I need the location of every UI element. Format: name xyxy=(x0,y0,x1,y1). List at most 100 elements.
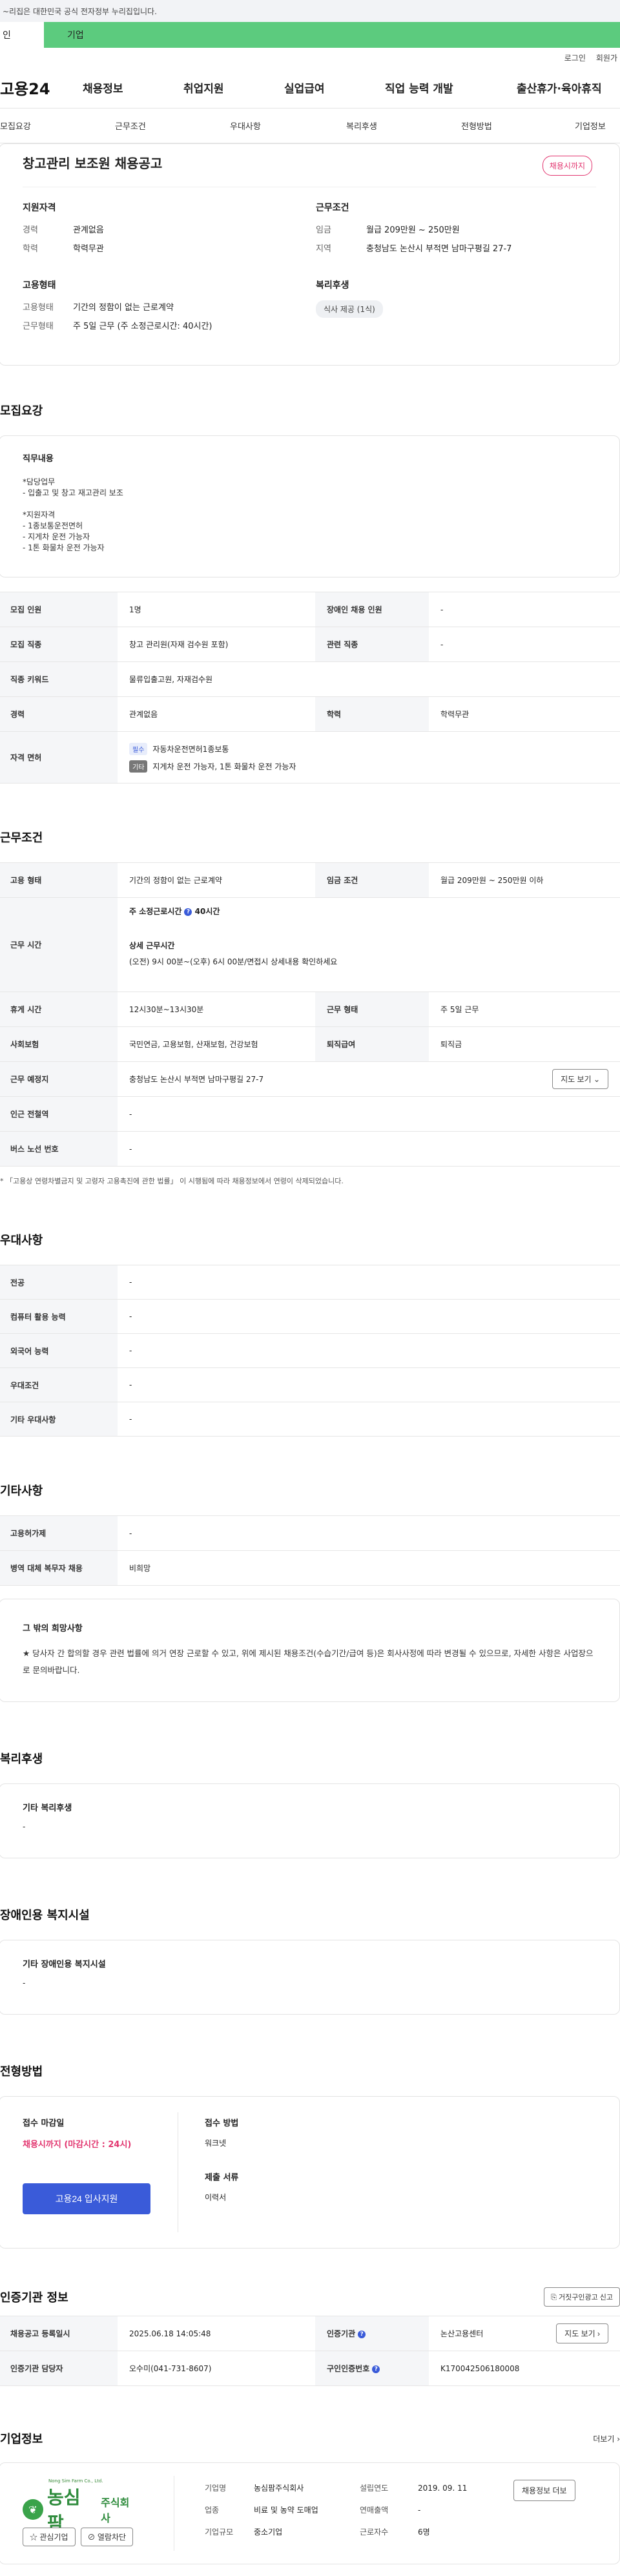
cert-header: 인증기관 정보 ⎘ 거짓구인광고 신고 xyxy=(0,2287,620,2307)
row-label: 직종 키워드 xyxy=(0,661,118,697)
reg-date-value: 2025.06.18 14:05:48 xyxy=(118,2316,315,2351)
welfare-summary-block: 복리후생 식사 제공 (1식) xyxy=(316,278,383,318)
label: 고용형태 xyxy=(23,303,54,313)
work-place-value: 충청남도 논산시 부적면 남마구평길 27-7 xyxy=(129,1075,264,1084)
cert-map-button[interactable]: 지도 보기 › xyxy=(556,2323,608,2343)
language-value: - xyxy=(118,1333,620,1368)
label: 지역 xyxy=(316,244,331,254)
method-value: 워크넷 xyxy=(205,2139,227,2148)
emp-type-value: 기간의 정함이 없는 근로계약 xyxy=(118,862,315,898)
row-label: 근무 예정지 xyxy=(0,1061,118,1097)
info-icon[interactable]: ? xyxy=(358,2330,366,2338)
company-jobs-button[interactable]: 채용정보 더보 xyxy=(513,2480,575,2501)
welfare-chip: 식사 제공 (1식) xyxy=(316,300,383,318)
row-label: 근무 형태 xyxy=(315,992,429,1027)
other-tag: 기타 xyxy=(129,760,148,773)
retirement-value: 퇴직금 xyxy=(429,1026,620,1062)
related-job-value: - xyxy=(429,627,620,662)
subnav-workcond[interactable]: 근무조건 xyxy=(115,119,146,132)
major-value: - xyxy=(118,1265,620,1300)
gnb-item-jobs[interactable]: 채용정보 xyxy=(83,79,123,96)
login-link[interactable]: 로그인 xyxy=(564,52,586,63)
founded-value: 2019. 09. 11 xyxy=(418,2484,468,2493)
tab-corp[interactable]: 기업 xyxy=(44,22,620,48)
report-button[interactable]: ⎘ 거짓구인광고 신고 xyxy=(544,2287,620,2307)
pay-value: 월급 209만원 ~ 250만원 xyxy=(366,225,460,235)
gnb-item-support[interactable]: 취업지원 xyxy=(183,79,224,96)
section-nav: 모집요강 근무조건 우대사항 복리후생 전형방법 기업정보 xyxy=(0,109,620,143)
favorite-company-button[interactable]: ☆ 관심기업 xyxy=(23,2528,76,2546)
row-label: 인근 전철역 xyxy=(0,1096,118,1132)
join-link[interactable]: 회원가 xyxy=(596,52,617,63)
company-actions: ☆ 관심기업 ⊘ 열람차단 xyxy=(23,2528,134,2546)
chevron-right-icon: › xyxy=(617,2434,620,2444)
gov-banner-text: ~리집은 대한민국 공식 전자정부 누리집입니다. xyxy=(3,6,157,16)
work-form-value: 주 5일 근무 xyxy=(429,992,620,1027)
cert-section-title: 인증기관 정보 xyxy=(0,2291,68,2305)
map-button[interactable]: 지도 보기 ⌄ xyxy=(552,1069,608,1089)
duty-heading: 직무내용 xyxy=(23,454,54,464)
map-button-label: 지도 보기 xyxy=(564,2329,595,2338)
docs-heading: 제출 서류 xyxy=(205,2173,239,2183)
row-label: 관련 직종 xyxy=(315,627,429,662)
subnav-company[interactable]: 기업정보 xyxy=(575,119,606,132)
welfare-section-title: 복리후생 xyxy=(0,1752,43,1766)
company-header: 기업정보 더보기 › xyxy=(0,2430,620,2447)
company-box: Nong Sim Farm Co., Ltd. ❦ 농심팜 주식회사 ☆ 관심기… xyxy=(0,2462,620,2564)
gnb-item-unemployment[interactable]: 실업급여 xyxy=(284,79,325,96)
map-button-label: 지도 보기 xyxy=(561,1075,592,1084)
row-label: 구인인증번호 xyxy=(327,2364,370,2373)
keyword-value: 물류입출고원, 자재검수원 xyxy=(118,661,620,697)
block-company-button[interactable]: ⊘ 열람차단 xyxy=(80,2528,134,2546)
apply-button[interactable]: 고용24 입사지원 xyxy=(23,2183,150,2214)
company-size-value: 중소기업 xyxy=(254,2528,283,2537)
education-value: 학력무관 xyxy=(73,244,104,254)
qualification-block: 지원자격 경력 관계없음 학력 학력무관 xyxy=(23,201,104,260)
subnav-recruit[interactable]: 모집요강 xyxy=(0,119,31,132)
label: 경력 xyxy=(23,225,38,235)
work-time-cell: 주 소정근로시간? 40시간 상세 근무시간 (오전) 9시 00분~(오후) … xyxy=(118,897,620,992)
favorite-label: 관심기업 xyxy=(39,2533,68,2542)
bus-value: - xyxy=(118,1131,620,1167)
employment-block: 고용형태 고용형태 기간의 정함이 없는 근로계약 근무형태 주 5일 근무 (주 … xyxy=(23,278,212,338)
gnb-item-leave[interactable]: 출산휴가·육아휴직 xyxy=(517,79,602,96)
duty-line: - 입출고 및 창고 재고관리 보조 xyxy=(23,488,123,497)
welfare-etc-value: - xyxy=(23,1822,26,1831)
row-label: 모집 인원 xyxy=(0,592,118,627)
subnav-process[interactable]: 전형방법 xyxy=(461,119,492,132)
site-logo[interactable]: 고용24 xyxy=(0,76,50,99)
disab-section-title: 장애인용 복지시설 xyxy=(0,1909,90,1922)
row-label: 병역 대체 복무자 채용 xyxy=(0,1550,118,1586)
gnb-item-training[interactable]: 직업 능력 개발 xyxy=(385,79,453,96)
age-notice: * 「고용상 연령차별금지 및 고령자 고용촉진에 관한 법률」 이 시행됨에 … xyxy=(0,1177,344,1185)
company-more-link[interactable]: 더보기 › xyxy=(593,2433,620,2444)
welfare-etc-heading: 기타 복리후생 xyxy=(23,1803,72,1813)
subnav-welfare[interactable]: 복리후생 xyxy=(346,119,377,132)
report-icon: ⎘ xyxy=(551,2294,557,2301)
duty-line: - 지게차 운전 가능자 xyxy=(23,532,90,541)
company-info-left: 기업명 농심팜주식회사 업종 비료 및 농약 도매업 기업규모 중소기업 xyxy=(205,2482,331,2538)
user-type-tabs: 인 기업 xyxy=(0,22,620,48)
emp-type-value: 기간의 정함이 없는 근로계약 xyxy=(73,303,174,313)
info-icon[interactable]: ? xyxy=(372,2365,380,2373)
other-wishes-text: ★ 당사자 간 합의할 경우 관련 법률에 의거 연장 근로할 수 있고, 위에… xyxy=(23,1648,594,1675)
disab-etc-value: - xyxy=(23,1979,26,1988)
star-icon: ☆ xyxy=(30,2533,38,2542)
disabled-count-value: - xyxy=(429,592,620,627)
subnav-pref[interactable]: 우대사항 xyxy=(230,119,261,132)
logo-small-text: Nong Sim Farm Co., Ltd. xyxy=(48,2478,103,2484)
label: 기업명 xyxy=(205,2484,227,2493)
tab-person[interactable]: 인 xyxy=(0,22,44,48)
recruit-table: 모집 인원 1명 장애인 채용 인원 - 모집 직종 창고 관리원(자재 검수원… xyxy=(0,592,620,784)
method-block: 접수 방법 워크넷 제출 서류 이력서 xyxy=(205,2116,238,2203)
row-label: 퇴직급여 xyxy=(315,1026,429,1062)
logo-suffix: 주식회사 xyxy=(101,2497,130,2524)
pay-value: 월급 209만원 ~ 250만원 이하 xyxy=(429,862,620,898)
chevron-down-icon: ⌄ xyxy=(593,1075,600,1084)
other-wishes-box: 그 밖의 희망사항 ★ 당사자 간 합의할 경우 관련 법률에 의거 연장 근로… xyxy=(0,1599,620,1702)
info-icon[interactable]: ? xyxy=(184,908,192,916)
label: 기업규모 xyxy=(205,2528,234,2537)
duty-line: - 1종보통운전면허 xyxy=(23,521,83,530)
license-required-value: 자동차운전면허1종보통 xyxy=(152,744,229,754)
pref-cond-value: - xyxy=(118,1367,620,1402)
